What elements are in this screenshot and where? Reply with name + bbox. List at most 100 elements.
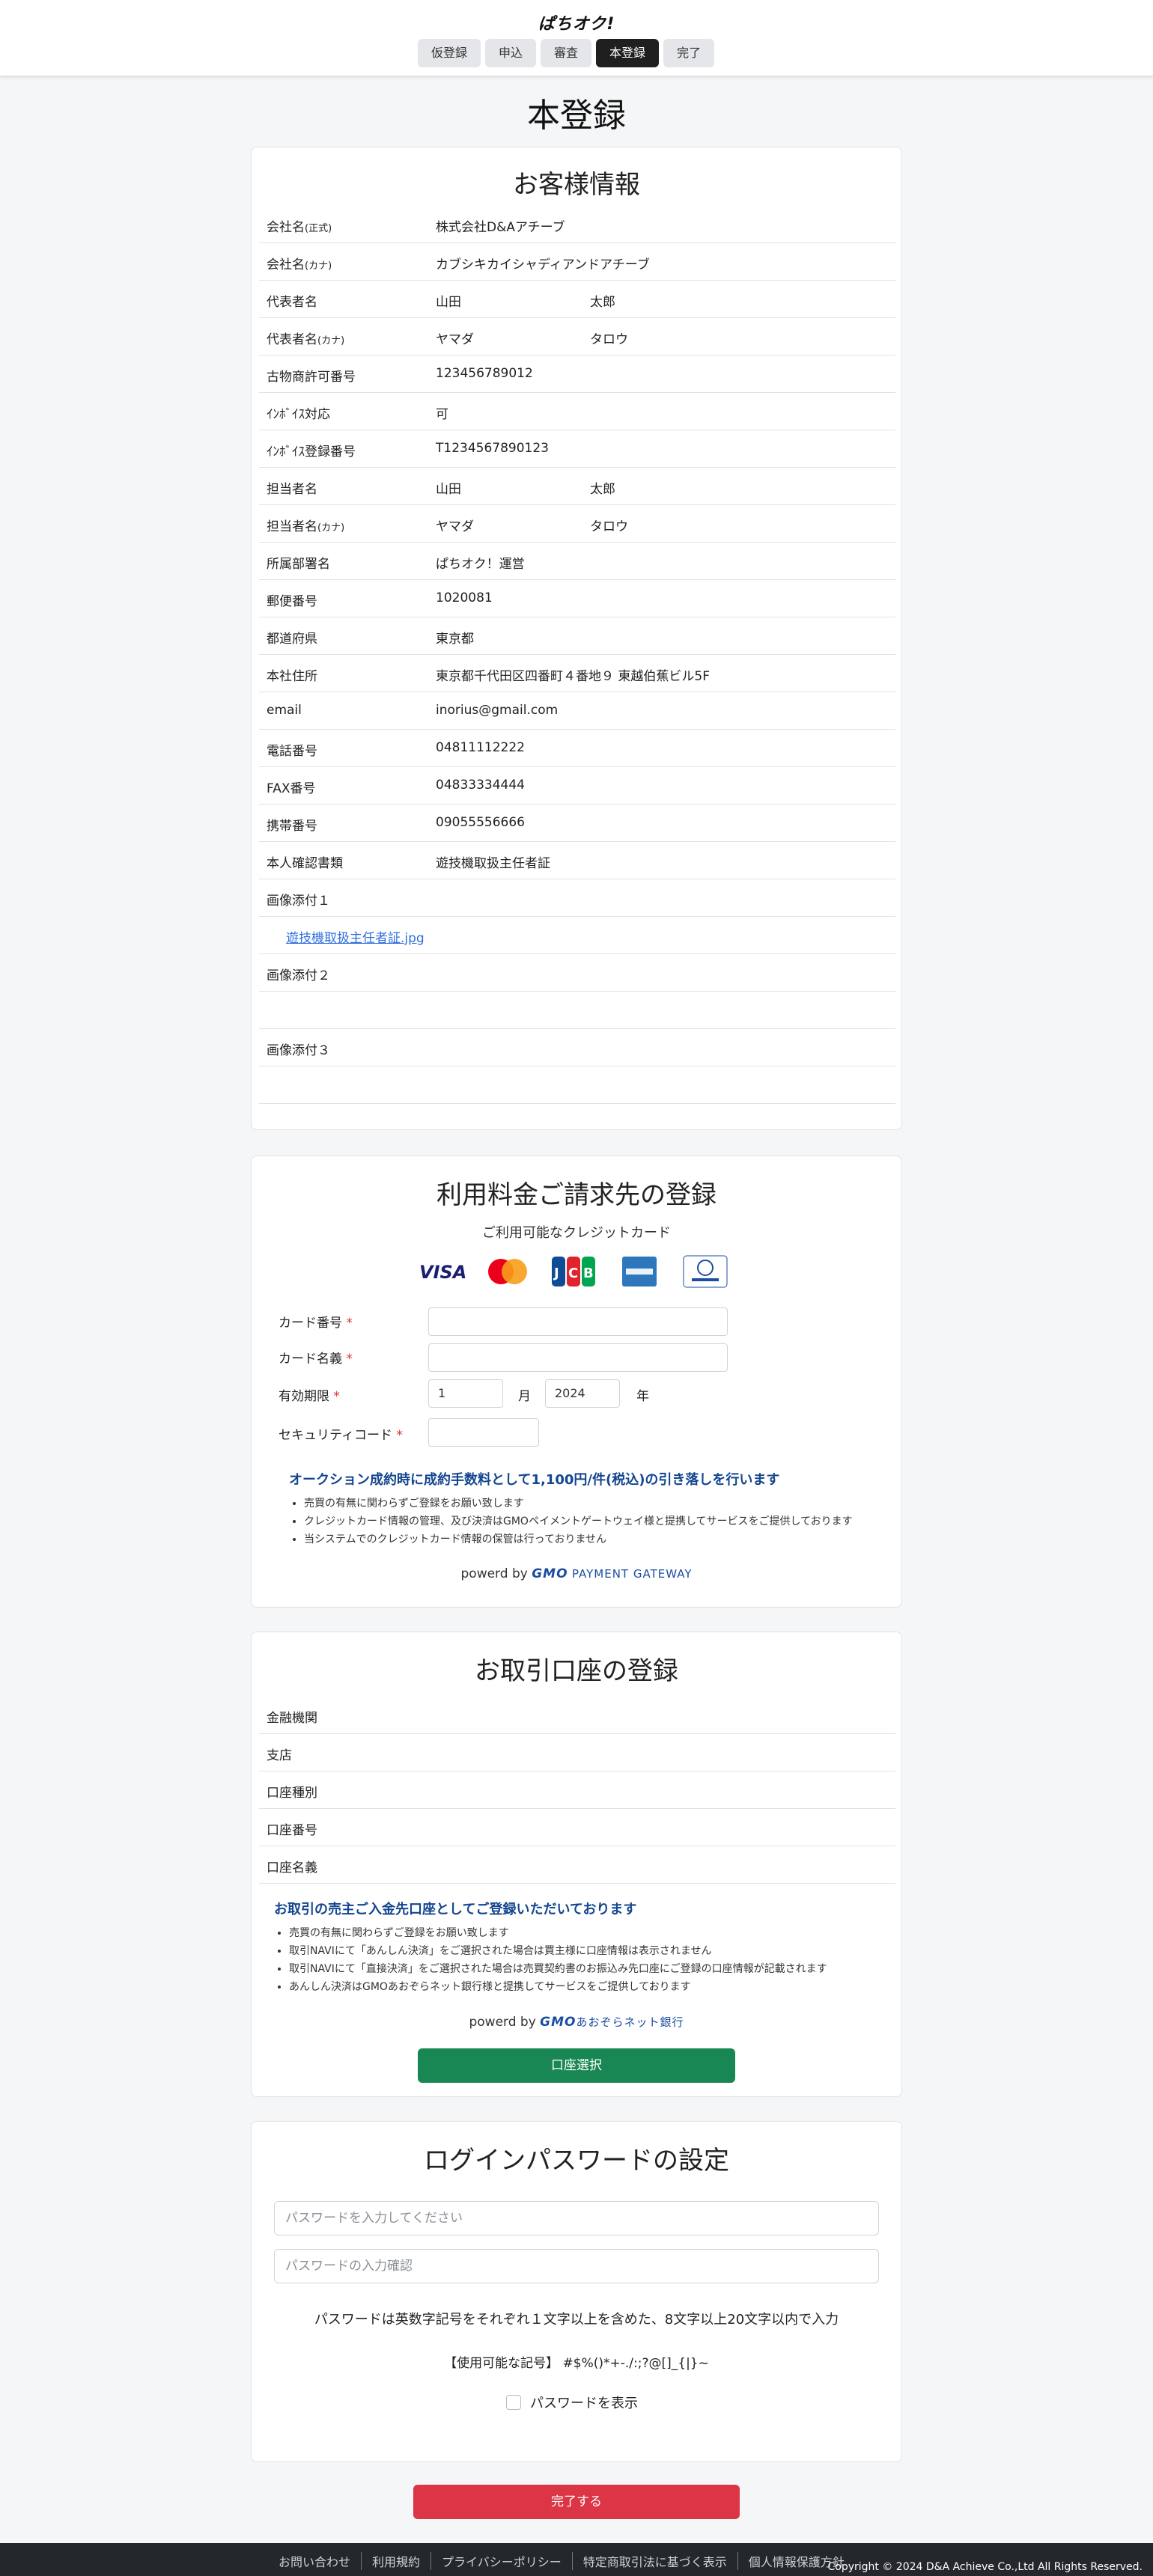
billing-notes: 売買の有無に関わらずご登録をお願い致します クレジットカード情報の管理、及び決済… xyxy=(304,1495,853,1548)
customer-info-title: お客様情報 xyxy=(513,170,640,200)
info-label: 担当者名 xyxy=(267,482,317,497)
info-label: FAX番号 xyxy=(267,781,316,796)
footer-link-contact[interactable]: お問い合わせ xyxy=(268,2552,362,2570)
list-item: あんしん決済はGMOあおぞらネット銀行様と提携してサービスをご提供しております xyxy=(289,1978,827,1996)
info-label-note: (正式) xyxy=(305,223,332,234)
table-row: 本人確認書類 遊技機取扱主任者証 xyxy=(259,842,895,879)
page-title: 本登録 xyxy=(527,97,626,135)
image1-label: 画像添付１ xyxy=(267,894,330,909)
info-value: 可 xyxy=(436,407,448,422)
account-notice: お取引の売主ご入金先口座としてご登録いただいております xyxy=(274,1902,637,1917)
info-label: 携帯番号 xyxy=(267,819,317,834)
password-confirm-input[interactable]: パスワードの入力確認 xyxy=(274,2249,879,2283)
site-footer: お問い合わせ 利用規約 プライバシーポリシー 特定商取引法に基づく表示 個人情報… xyxy=(0,2543,1153,2576)
footer-link-privacy[interactable]: プライバシーポリシー xyxy=(431,2552,573,2570)
info-label-note: (カナ) xyxy=(317,335,345,347)
card-name-input[interactable] xyxy=(428,1343,728,1372)
complete-button[interactable]: 完了する xyxy=(413,2485,740,2519)
billing-notice: オークション成約時に成約手数料として1,100円/件(税込)の引き落しを行います xyxy=(289,1472,780,1488)
svg-text:C: C xyxy=(568,1266,578,1281)
copyright: Copyright © 2024 D&A Achieve Co.,Ltd All… xyxy=(827,2561,1143,2573)
info-label: 本社住所 xyxy=(267,669,317,684)
card-number-input[interactable] xyxy=(428,1307,728,1336)
footer-link-commerce-law[interactable]: 特定商取引法に基づく表示 xyxy=(573,2552,738,2570)
svg-text:B: B xyxy=(583,1266,594,1281)
footer-links: お問い合わせ 利用規約 プライバシーポリシー 特定商取引法に基づく表示 個人情報… xyxy=(268,2552,855,2570)
info-value: 東京都 xyxy=(436,632,474,647)
security-code-label: セキュリティコード * xyxy=(279,1428,403,1443)
info-value-secondary: タロウ xyxy=(590,332,628,347)
image2-label: 画像添付２ xyxy=(267,968,330,983)
table-row: 所属部署名 ぱちオク！運営 xyxy=(259,543,895,580)
billing-subtitle: ご利用可能なクレジットカード xyxy=(482,1225,671,1241)
image1-label-row: 画像添付１ xyxy=(259,879,895,917)
diners-icon xyxy=(681,1255,729,1288)
footer-link-terms[interactable]: 利用規約 xyxy=(362,2552,432,2570)
show-password-label: パスワードを表示 xyxy=(530,2396,638,2411)
show-password-toggle[interactable]: パスワードを表示 xyxy=(506,2393,638,2412)
info-value: T1234567890123 xyxy=(436,441,549,456)
image3-file-row xyxy=(259,1066,895,1104)
password-symbols: 【使用可能な記号】 #$%()*+-./:;?@[]_{|}~ xyxy=(444,2356,709,2371)
amex-icon xyxy=(615,1255,663,1288)
billing-card: 利用料金ご請求先の登録 ご利用可能なクレジットカード VISA J C B カー… xyxy=(251,1156,902,1608)
table-row: ｲﾝﾎﾞｲｽ対応 可 xyxy=(259,393,895,430)
info-label: email xyxy=(267,703,302,718)
info-value: 1020081 xyxy=(436,590,493,605)
table-row: ｲﾝﾎﾞｲｽ登録番号 T1234567890123 xyxy=(259,430,895,468)
account-title: お取引口座の登録 xyxy=(475,1656,678,1686)
info-label: 会社名(カナ) xyxy=(267,257,332,272)
list-item: 取引NAVIにて「あんしん決済」をご選択された場合は買主様に口座情報は表示されま… xyxy=(289,1942,827,1960)
site-logo[interactable]: ぱちオク! xyxy=(0,10,1153,34)
account-row-bank: 金融機関 xyxy=(259,1697,895,1734)
image3-label: 画像添付３ xyxy=(267,1043,330,1058)
svg-text:VISA: VISA xyxy=(419,1262,466,1281)
table-row: 都道府県 東京都 xyxy=(259,617,895,655)
password-title: ログインパスワードの設定 xyxy=(424,2146,729,2176)
table-row: 古物商許可番号 123456789012 xyxy=(259,355,895,393)
expiry-month-select[interactable]: 1 xyxy=(428,1379,503,1408)
info-label: ｲﾝﾎﾞｲｽ対応 xyxy=(267,407,330,422)
table-row: 本社住所 東京都千代田区四番町４番地９ 東越伯蕉ビル5F xyxy=(259,655,895,692)
credit-card-brands: VISA J C B xyxy=(418,1255,729,1288)
site-header: ぱちオク! 仮登録 申込 審査 本登録 完了 xyxy=(0,0,1153,76)
password-rule: パスワードは英数字記号をそれぞれ１文字以上を含めた、8文字以上20文字以内で入力 xyxy=(314,2312,839,2328)
info-value: 123456789012 xyxy=(436,366,533,381)
info-value: 株式会社D&Aアチーブ xyxy=(436,220,565,235)
account-select-button[interactable]: 口座選択 xyxy=(418,2048,735,2083)
info-label: 代表者名(カナ) xyxy=(267,332,345,347)
info-value-secondary: 太郎 xyxy=(590,295,615,310)
gmo-logo: GMO xyxy=(540,2015,576,2030)
card-name-label: カード名義 * xyxy=(279,1352,353,1367)
account-row-type: 口座種別 xyxy=(259,1771,895,1809)
info-label: 担当者名(カナ) xyxy=(267,519,345,534)
table-row: 携帯番号 09055556666 xyxy=(259,805,895,842)
account-notes: 売買の有無に関わらずご登録をお願い致します 取引NAVIにて「あんしん決済」をご… xyxy=(289,1924,827,1996)
list-item: 売買の有無に関わらずご登録をお願い致します xyxy=(304,1495,853,1513)
gmo-logo: GMO xyxy=(532,1566,568,1581)
image1-file-link[interactable]: 遊技機取扱主任者証.jpg xyxy=(286,927,425,946)
image2-file-row xyxy=(259,992,895,1029)
info-value: 04833334444 xyxy=(436,778,525,793)
info-value: ぱちオク！運営 xyxy=(436,557,525,572)
month-unit: 月 xyxy=(518,1389,531,1404)
gmo-bank-powered: powerd by GMOあおぞらネット銀行 xyxy=(469,2015,684,2030)
info-label: 都道府県 xyxy=(267,632,317,647)
info-value: 遊技機取扱主任者証 xyxy=(436,856,550,871)
account-row-branch: 支店 xyxy=(259,1734,895,1771)
expiry-year-select[interactable]: 2024 xyxy=(545,1379,620,1408)
jcb-icon: J C B xyxy=(550,1255,597,1288)
table-row: 郵便番号 1020081 xyxy=(259,580,895,617)
security-code-input[interactable] xyxy=(428,1418,539,1447)
table-row: 代表者名 山田 太郎 xyxy=(259,281,895,318)
list-item: 当システムでのクレジットカード情報の保管は行っておりません xyxy=(304,1530,853,1548)
password-input[interactable]: パスワードを入力してください xyxy=(274,2201,879,2235)
step-complete: 完了 xyxy=(663,39,715,67)
info-value-secondary: タロウ xyxy=(590,519,628,534)
info-label: 本人確認書類 xyxy=(267,856,343,871)
card-number-label: カード番号 * xyxy=(279,1316,353,1331)
show-password-checkbox[interactable] xyxy=(506,2395,521,2410)
year-unit: 年 xyxy=(636,1389,649,1404)
info-label: 所属部署名 xyxy=(267,557,330,572)
info-label-note: (カナ) xyxy=(317,522,345,534)
